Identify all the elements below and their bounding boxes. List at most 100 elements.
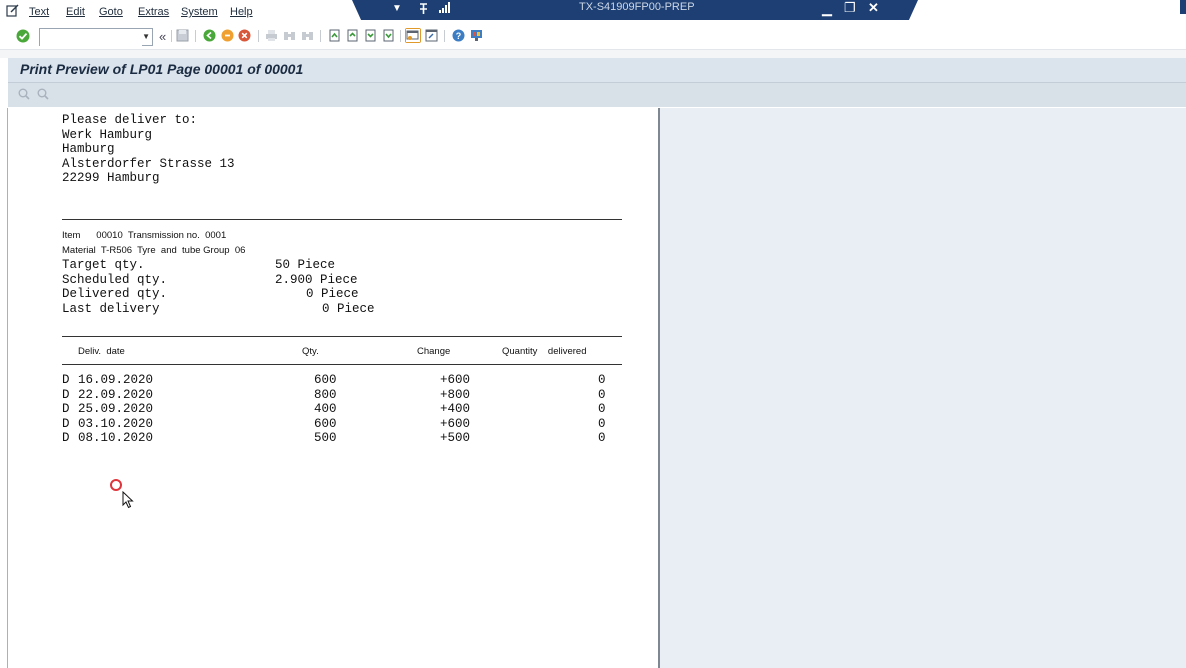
separator [171,30,172,42]
click-indicator [110,479,122,491]
qty-label: Scheduled qty. [62,272,168,287]
command-field[interactable]: ▼ [39,28,153,46]
shortcut-icon[interactable] [425,29,438,42]
divider [62,336,622,337]
row-change: +400 [440,402,471,416]
menu-system[interactable]: System [181,6,218,18]
menu-edit[interactable]: Edit [66,6,85,18]
row-delivered: 0 [598,416,606,431]
address-line: Alsterdorfer Strasse 13 [62,156,235,171]
column-header-change: Change [417,346,451,357]
find-next-icon[interactable] [301,29,314,42]
signal-icon [439,2,450,13]
window-edge [1180,0,1186,14]
cancel-icon[interactable] [238,29,251,42]
qty-value: 0 Piece [322,301,375,316]
row-prefix: D [62,373,70,387]
svg-text:?: ? [456,31,462,41]
qty-label: Target qty. [62,258,145,272]
menu-extras[interactable]: Extras [138,6,169,18]
separator [195,30,196,42]
qty-value: 0 Piece [306,287,359,301]
zoom-out-icon[interactable] [37,88,49,100]
command-input[interactable] [40,32,142,46]
separator [320,30,321,42]
customize-layout-icon[interactable] [470,29,483,42]
chevron-down-icon[interactable]: ▼ [142,32,150,41]
separator [258,30,259,42]
qty-label: Last delivery [62,301,160,316]
menu-help[interactable]: Help [230,6,253,18]
help-icon[interactable]: ? [452,29,465,42]
menu-text[interactable]: Text [29,6,49,18]
row-date: 16.09.2020 [78,373,154,387]
save-icon[interactable] [176,29,189,42]
restore-icon[interactable]: ❐ [844,0,856,16]
menu-bar: Text Edit Goto Extras System Help ▼ TX-S… [0,0,1186,25]
row-change: +600 [440,416,471,431]
window-title-bar: ▼ TX-S41909FP00-PREP ▁ ❐ ✕ [352,0,918,20]
row-qty: 800 [314,387,337,402]
print-icon[interactable] [265,29,278,42]
mouse-pointer-icon [122,491,134,509]
item-line: Item 00010 Transmission no. 0001 [62,230,227,241]
row-qty: 500 [314,431,337,445]
exit-icon[interactable] [221,29,234,42]
row-prefix: D [62,387,70,402]
row-change: +600 [440,373,471,387]
row-qty: 600 [314,373,337,387]
system-id: TX-S41909FP00-PREP [579,1,695,13]
back-icon[interactable] [203,29,216,42]
row-delivered: 0 [598,373,606,387]
row-qty: 600 [314,416,337,431]
row-date: 25.09.2020 [78,402,154,416]
row-delivered: 0 [598,431,606,445]
system-toolbar: ▼ « ? [0,25,1186,50]
last-page-icon[interactable] [382,29,395,42]
find-icon[interactable] [283,29,296,42]
row-prefix: D [62,431,70,445]
row-prefix: D [62,402,70,416]
title-bar: Print Preview of LP01 Page 00001 of 0000… [8,58,1186,83]
print-preview-page: Please deliver to: Werk Hamburg Hamburg … [8,108,660,668]
page-title: Print Preview of LP01 Page 00001 of 0000… [20,61,304,77]
qty-value: 2.900 Piece [275,272,358,287]
row-qty: 400 [314,402,337,416]
minimize-icon[interactable]: ▁ [822,1,832,17]
close-icon[interactable]: ✕ [868,0,879,16]
row-change: +500 [440,431,471,445]
material-line: Material T-R506 Tyre and tube Group 06 [62,245,246,256]
application-toolbar [8,83,1186,107]
qty-value: 50 Piece [275,258,336,272]
enter-check-icon[interactable] [16,29,30,43]
column-header-qty: Qty. [302,346,319,357]
row-delivered: 0 [598,402,606,416]
address-heading: Please deliver to: [62,113,198,127]
previous-page-icon[interactable] [346,29,359,42]
row-date: 08.10.2020 [78,431,154,445]
row-delivered: 0 [598,387,606,402]
first-page-icon[interactable] [328,29,341,42]
menu-options-icon[interactable] [6,4,19,17]
divider [62,219,622,220]
next-page-icon[interactable] [364,29,377,42]
toolbar-spacer [0,50,1186,58]
address-line: Werk Hamburg [62,127,153,142]
menu-goto[interactable]: Goto [99,6,123,18]
dropdown-arrow-icon[interactable]: ▼ [392,1,402,17]
row-change: +800 [440,387,471,402]
row-prefix: D [62,416,70,431]
column-header-date: Deliv. date [78,346,125,357]
row-date: 03.10.2020 [78,416,154,431]
address-line: Hamburg [62,142,115,156]
collapse-icon[interactable]: « [159,29,166,44]
separator [444,30,445,42]
divider [62,364,622,365]
address-line: 22299 Hamburg [62,171,160,185]
row-date: 22.09.2020 [78,387,154,402]
separator [400,30,401,42]
zoom-in-icon[interactable] [18,88,30,100]
new-session-icon[interactable] [405,28,421,43]
qty-label: Delivered qty. [62,287,168,301]
pin-icon[interactable] [418,3,429,15]
